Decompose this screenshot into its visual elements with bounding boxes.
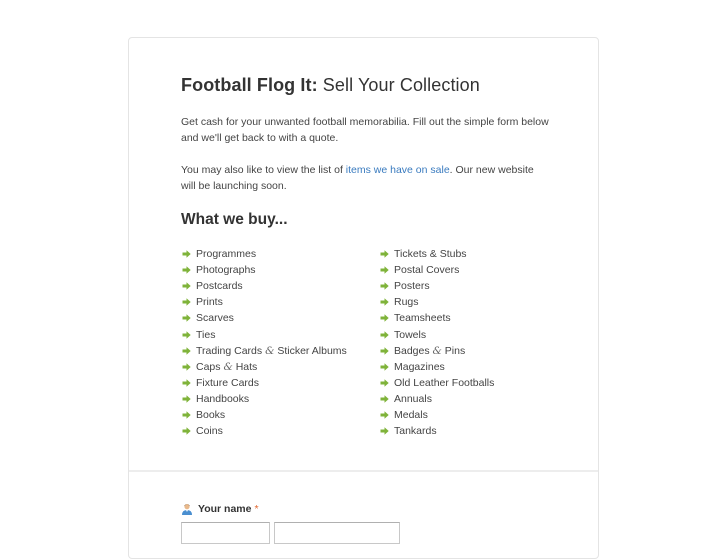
sale-paragraph: You may also like to view the list of it… — [181, 162, 551, 194]
green-arrow-icon — [182, 379, 191, 387]
buy-list-item-label: Prints — [196, 296, 223, 309]
buy-list-item-label: Teamsheets — [394, 312, 451, 325]
buy-list-item: Handbooks — [181, 391, 347, 407]
green-arrow-icon — [182, 363, 191, 371]
green-arrow-icon — [380, 427, 389, 435]
buy-list-item-label: Scarves — [196, 312, 234, 325]
item-text: Sticker Albums — [274, 344, 347, 357]
green-arrow-icon — [182, 330, 191, 339]
buy-list-item-label: Badges & Pins — [394, 343, 465, 359]
sale-text-before: You may also like to view the list of — [181, 164, 346, 176]
buy-list-item-label: Postal Covers — [394, 264, 460, 277]
buy-list-item: Teamsheets — [379, 310, 494, 326]
green-arrow-icon — [182, 314, 191, 323]
green-arrow-icon — [182, 346, 191, 355]
buy-list-item-label: Rugs — [394, 296, 419, 309]
green-arrow-icon — [380, 330, 389, 339]
buy-list-item-label: Magazines — [394, 360, 445, 373]
buy-list-item: Photographs — [181, 262, 347, 278]
buy-list-item-label: Handbooks — [196, 392, 250, 405]
buy-list-item: Tickets & Stubs — [379, 246, 494, 262]
buy-list-item: Tankards — [379, 423, 494, 439]
green-arrow-icon — [182, 395, 191, 403]
green-arrow-icon — [182, 282, 191, 290]
last-name-input[interactable] — [274, 522, 400, 544]
ampersand: & — [223, 360, 233, 373]
ampersand: & — [432, 344, 442, 357]
green-arrow-icon — [380, 395, 389, 403]
buy-list-item: Badges & Pins — [379, 343, 494, 359]
buy-list-item-label: Annuals — [394, 392, 432, 405]
buy-list-item: Old Leather Footballs — [379, 375, 494, 391]
buy-list-item-label: Caps & Hats — [196, 359, 257, 375]
buy-list-item-label: Photographs — [196, 264, 256, 277]
green-arrow-icon — [380, 314, 389, 323]
green-arrow-icon — [182, 298, 191, 307]
green-arrow-icon — [380, 363, 389, 371]
green-arrow-icon — [380, 266, 389, 274]
item-text: Trading Cards — [196, 344, 266, 357]
buy-list-item-label: Books — [196, 408, 226, 421]
buy-list-item: Postal Covers — [379, 262, 494, 278]
buy-list-item: Prints — [181, 294, 347, 310]
green-arrow-icon — [182, 266, 191, 274]
buy-list-item: Towels — [379, 326, 494, 342]
buy-list-item-label: Tankards — [394, 425, 437, 438]
buy-list-item-label: Old Leather Footballs — [394, 376, 495, 389]
item-text: Pins — [441, 344, 466, 357]
buy-list-item-label: Coins — [196, 425, 223, 438]
buy-list-item: Medals — [379, 407, 494, 423]
buy-list-left: Programmes Photographs Postcards Prints Scar… — [181, 246, 347, 439]
buy-list-item-label: Towels — [394, 328, 427, 341]
intro-paragraph: Get cash for your unwanted football memo… — [181, 116, 549, 144]
buy-list-item: Caps & Hats — [181, 359, 347, 375]
item-text: Caps — [196, 360, 224, 373]
buy-list-item: Postcards — [181, 278, 347, 294]
brand-name: Football Flog It: — [181, 75, 318, 95]
green-arrow-icon — [380, 379, 389, 387]
green-arrow-icon — [182, 427, 191, 435]
item-text: Hats — [232, 360, 258, 373]
green-arrow-icon — [380, 250, 389, 258]
required-marker: * — [254, 503, 259, 515]
section-divider — [129, 470, 598, 472]
green-arrow-icon — [380, 346, 389, 355]
person-icon — [182, 504, 192, 515]
buy-list-item: Ties — [181, 326, 347, 342]
buy-list-item-label: Posters — [394, 280, 430, 293]
buy-list-item: Annuals — [379, 391, 494, 407]
buy-list-item-label: Trading Cards & Sticker Albums — [196, 343, 347, 359]
buy-list-item-label: Ties — [196, 328, 216, 341]
page-subtitle: Sell Your Collection — [322, 75, 480, 95]
buy-list-item: Programmes — [181, 246, 347, 262]
form-card: Football Flog It: Sell Your Collection G… — [128, 37, 599, 559]
green-arrow-icon — [380, 298, 389, 307]
your-name-label: Your name * — [181, 503, 259, 515]
green-arrow-icon — [182, 411, 191, 419]
buy-list-item-label: Postcards — [196, 280, 243, 293]
first-name-input[interactable] — [181, 522, 270, 544]
buy-list-item: Trading Cards & Sticker Albums — [181, 343, 347, 359]
buy-list-item: Posters — [379, 278, 494, 294]
buy-list-item: Fixture Cards — [181, 375, 347, 391]
green-arrow-icon — [380, 411, 389, 419]
buy-list-right: Tickets & Stubs Postal Covers Posters Rugs T… — [379, 246, 494, 439]
page-title: Football Flog It: Sell Your Collection — [181, 75, 480, 96]
buy-list-item: Rugs — [379, 294, 494, 310]
what-we-buy-heading: What we buy... — [181, 211, 288, 228]
buy-list-item-label: Programmes — [196, 248, 257, 261]
buy-list-item-label: Tickets & Stubs — [394, 248, 467, 261]
buy-list-item-label: Fixture Cards — [196, 376, 260, 389]
buy-list-item: Magazines — [379, 359, 494, 375]
your-name-label-text: Your name — [198, 503, 252, 515]
green-arrow-icon — [182, 250, 191, 258]
buy-list-item: Coins — [181, 423, 347, 439]
buy-list-item: Scarves — [181, 310, 347, 326]
green-arrow-icon — [380, 282, 389, 290]
buy-list-item: Books — [181, 407, 347, 423]
item-text: Badges — [394, 344, 433, 357]
buy-list-item-label: Medals — [394, 408, 428, 421]
items-on-sale-link[interactable]: items we have on sale — [346, 164, 450, 176]
